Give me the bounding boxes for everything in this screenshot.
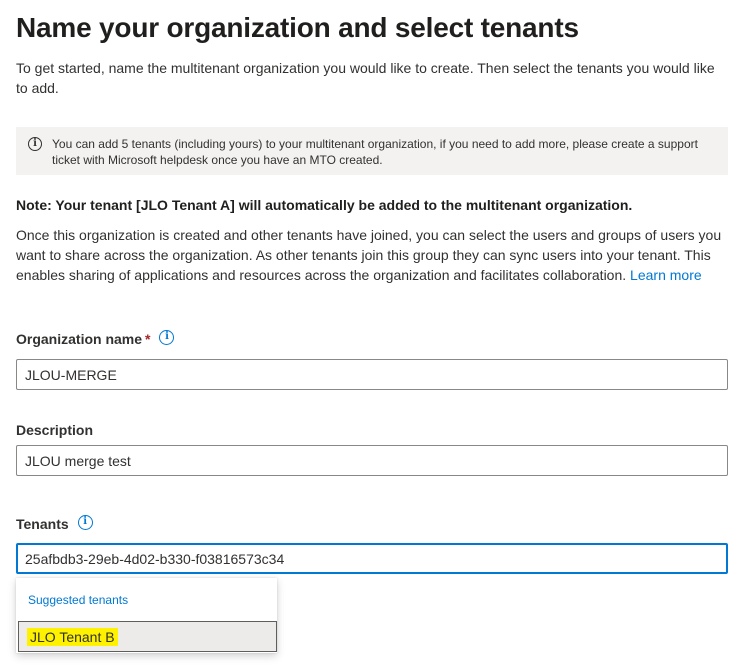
tenants-label-text: Tenants [16,516,69,532]
learn-more-link[interactable]: Learn more [630,267,702,283]
org-name-label: Organization name * i [16,329,175,347]
page-title: Name your organization and select tenant… [16,12,579,43]
tenants-value: 25afbdb3-29eb-4d02-b330-f03816573c34 [25,550,285,567]
suggested-tenants-header: Suggested tenants [28,593,129,607]
note-text: Note: Your tenant [JLO Tenant A] will au… [16,197,633,213]
suggested-tenants-dropdown: Suggested tenants JLO Tenant B [16,578,277,653]
info-message-bar: i You can add 5 tenants (including yours… [16,127,728,175]
tenants-label: Tenants i [16,514,93,532]
suggested-tenant-label: JLO Tenant B [27,627,118,646]
required-marker: * [145,331,151,347]
org-name-value: JLOU-MERGE [25,366,117,383]
description-value: JLOU merge test [25,452,131,469]
org-name-input[interactable]: JLOU-MERGE [16,359,728,390]
info-icon: i [28,137,42,151]
description-text: Once this organization is created and ot… [16,225,728,285]
description-label: Description [16,422,93,438]
description-label-text: Description [16,422,94,438]
description-body: Once this organization is created and ot… [16,227,722,283]
description-input[interactable]: JLOU merge test [16,445,728,476]
tenants-input[interactable]: 25afbdb3-29eb-4d02-b330-f03816573c34 [16,543,728,574]
org-name-label-text: Organization name [16,331,143,347]
intro-text: To get started, name the multitenant org… [16,60,715,96]
suggested-tenant-option[interactable]: JLO Tenant B [18,621,277,652]
tenants-info-icon[interactable]: i [77,514,93,530]
info-message-text: You can add 5 tenants (including yours) … [52,137,698,167]
org-name-info-icon[interactable]: i [159,329,175,345]
